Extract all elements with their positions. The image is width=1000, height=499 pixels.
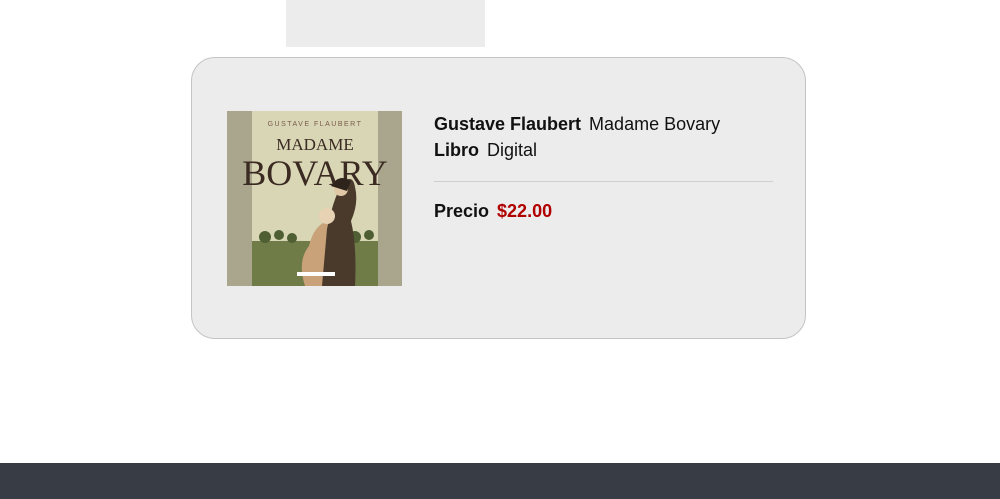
image-placeholder xyxy=(286,0,485,47)
price-value: $22.00 xyxy=(497,201,553,221)
book-cover-image[interactable]: GUSTAVE FLAUBERT MADAME BOVARY xyxy=(227,111,402,286)
book-cover-illustration: GUSTAVE FLAUBERT MADAME BOVARY xyxy=(227,111,402,286)
price-row: Precio $22.00 xyxy=(434,198,552,224)
format-value: Digital xyxy=(487,140,538,160)
author-name[interactable]: Gustave Flaubert xyxy=(434,114,581,134)
product-card: GUSTAVE FLAUBERT MADAME BOVARY Gustave F… xyxy=(191,57,806,339)
price-label: Precio xyxy=(434,201,490,221)
product-info: Gustave Flaubert Madame Bovary Libro Digit… xyxy=(434,111,773,163)
author-title-line: Gustave Flaubert Madame Bovary xyxy=(434,111,773,137)
format-line: Libro Digital xyxy=(434,137,773,163)
cover-title-line1: MADAME xyxy=(276,135,353,154)
footer-bar xyxy=(0,463,1000,499)
cover-title-line2: BOVARY xyxy=(242,153,387,193)
book-title[interactable]: Madame Bovary xyxy=(589,114,720,134)
divider xyxy=(434,181,773,182)
cover-author-text: GUSTAVE FLAUBERT xyxy=(268,121,363,128)
format-label: Libro xyxy=(434,140,479,160)
